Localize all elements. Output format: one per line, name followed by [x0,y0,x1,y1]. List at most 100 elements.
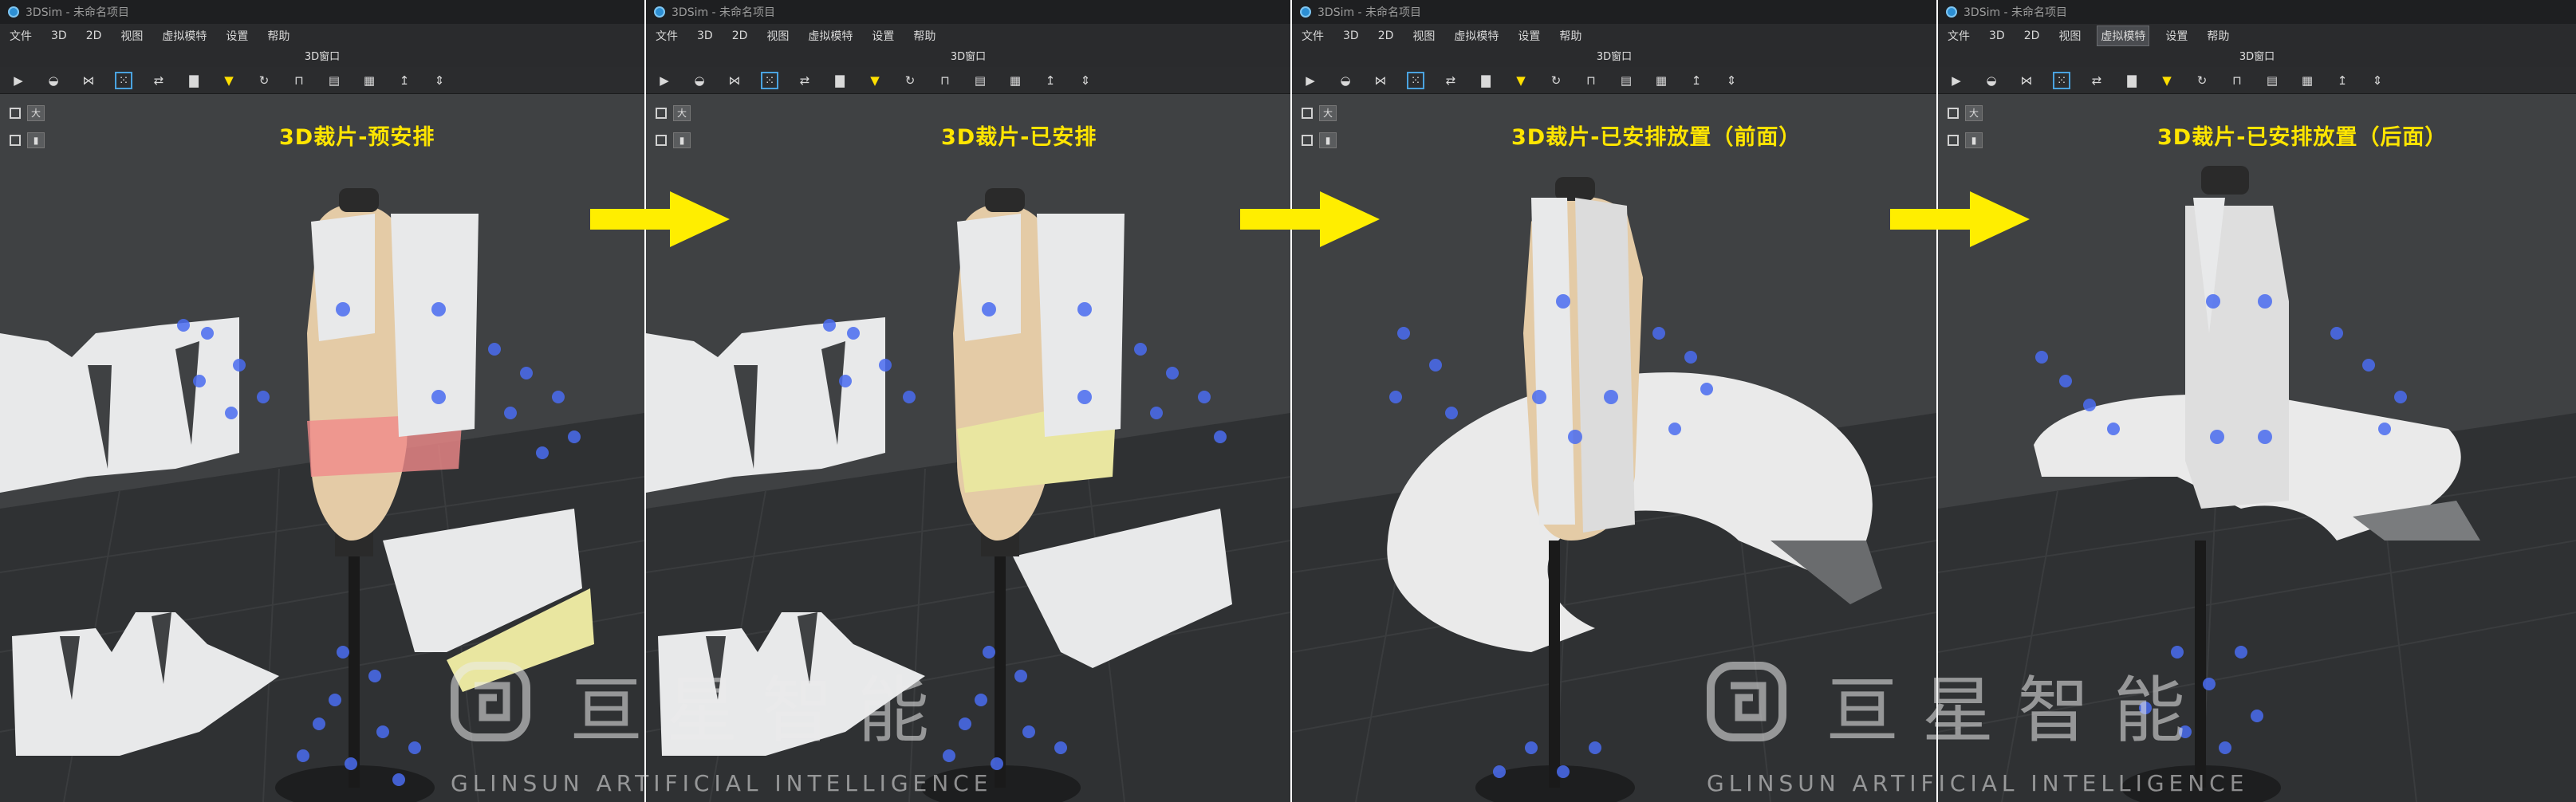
arrow-up-icon[interactable]: ↥ [1042,72,1059,89]
arrow-up-icon[interactable]: ↥ [396,72,413,89]
arrange-points-icon[interactable]: ⁙ [115,71,132,89]
menu-settings[interactable]: 设置 [223,26,251,45]
tshirt-icon[interactable]: ⊓ [936,72,954,89]
pants-icon[interactable]: ▇ [185,72,203,89]
play-icon[interactable]: ▶ [1948,72,1965,89]
menu-3d[interactable]: 3D [1340,28,1362,44]
toggle-seam[interactable]: ▮ [1302,132,1337,148]
garment-flip-icon[interactable]: ⇄ [2088,72,2105,89]
menu-settings[interactable]: 设置 [1514,26,1543,45]
menu-settings[interactable]: 设置 [2162,26,2191,45]
toggle-fabric[interactable]: ⼤ [1948,105,1983,121]
pants-icon[interactable]: ▇ [1477,72,1495,89]
toggle-fabric[interactable]: ⼤ [656,105,691,121]
arrow-updown-icon[interactable]: ⇕ [431,72,448,89]
menu-avatar[interactable]: 虚拟模特 [1451,26,1502,45]
menu-file[interactable]: 文件 [1944,26,1973,45]
hanger-icon[interactable]: ⋈ [80,72,97,89]
checkbox[interactable] [1948,135,1959,146]
eye-simulate-icon[interactable]: ◒ [691,72,708,89]
shirt-icon[interactable]: ▼ [866,72,884,89]
shirt-icon[interactable]: ▼ [220,72,238,89]
arrange-points-icon[interactable]: ⁙ [2053,71,2070,89]
menu-view[interactable]: 视图 [763,26,792,45]
arrow-updown-icon[interactable]: ⇕ [2369,72,2386,89]
menu-view[interactable]: 视图 [1409,26,1438,45]
menu-avatar[interactable]: 虚拟模特 [159,26,210,45]
layer-icon[interactable]: ▤ [2263,72,2281,89]
menu-file[interactable]: 文件 [652,26,681,45]
layer-icon[interactable]: ▤ [971,72,989,89]
tshirt-icon[interactable]: ⊓ [1582,72,1600,89]
play-icon[interactable]: ▶ [656,72,673,89]
arrow-up-icon[interactable]: ↥ [1688,72,1705,89]
checkbox[interactable] [656,135,667,146]
eye-simulate-icon[interactable]: ◒ [1983,72,2000,89]
fabric-icon: ⼤ [27,105,45,121]
hanger-icon[interactable]: ⋈ [726,72,743,89]
shirt-icon[interactable]: ▼ [1512,72,1530,89]
arrow-updown-icon[interactable]: ⇕ [1723,72,1740,89]
menu-3d[interactable]: 3D [1986,28,2008,44]
menu-avatar[interactable]: 虚拟模特 [805,26,856,45]
menu-avatar[interactable]: 虚拟模特 [2097,26,2150,46]
shirt-icon[interactable]: ▼ [2158,72,2176,89]
hanger-icon[interactable]: ⋈ [1372,72,1389,89]
menu-help[interactable]: 帮助 [1556,26,1585,45]
layer-grid-icon[interactable]: ▦ [1006,72,1024,89]
toggle-seam[interactable]: ▮ [656,132,691,148]
checkbox[interactable] [1948,108,1959,119]
menu-help[interactable]: 帮助 [910,26,939,45]
eye-simulate-icon[interactable]: ◒ [1337,72,1354,89]
play-icon[interactable]: ▶ [1302,72,1319,89]
toggle-seam[interactable]: ▮ [10,132,45,148]
rotate-icon[interactable]: ↻ [2193,72,2211,89]
rotate-icon[interactable]: ↻ [1547,72,1565,89]
title-bar: 3DSim - 未命名项目 [1938,0,2576,24]
rotate-icon[interactable]: ↻ [255,72,273,89]
garment-flip-icon[interactable]: ⇄ [150,72,167,89]
layer-grid-icon[interactable]: ▦ [2298,72,2316,89]
checkbox[interactable] [1302,135,1313,146]
arrow-updown-icon[interactable]: ⇕ [1077,72,1094,89]
toggle-fabric[interactable]: ⼤ [1302,105,1337,121]
layer-icon[interactable]: ▤ [325,72,343,89]
arrange-points-icon[interactable]: ⁙ [761,71,778,89]
play-icon[interactable]: ▶ [10,72,27,89]
checkbox[interactable] [10,108,21,119]
menu-2d[interactable]: 2D [1375,28,1397,44]
checkbox[interactable] [10,135,21,146]
menu-view[interactable]: 视图 [2055,26,2084,45]
menu-2d[interactable]: 2D [83,28,105,44]
tshirt-icon[interactable]: ⊓ [2228,72,2246,89]
pants-icon[interactable]: ▇ [2123,72,2141,89]
garment-flip-icon[interactable]: ⇄ [796,72,813,89]
menu-3d[interactable]: 3D [48,28,70,44]
toggle-seam[interactable]: ▮ [1948,132,1983,148]
menu-help[interactable]: 帮助 [264,26,293,45]
garment-flip-icon[interactable]: ⇄ [1442,72,1459,89]
menu-help[interactable]: 帮助 [2204,26,2232,45]
menu-2d[interactable]: 2D [729,28,751,44]
viewport-title: 3D窗口 [0,48,644,67]
menu-file[interactable]: 文件 [1298,26,1327,45]
arrow-up-icon[interactable]: ↥ [2334,72,2351,89]
menu-2d[interactable]: 2D [2021,28,2043,44]
eye-simulate-icon[interactable]: ◒ [45,72,62,89]
menu-settings[interactable]: 设置 [869,26,897,45]
layer-grid-icon[interactable]: ▦ [360,72,378,89]
layer-icon[interactable]: ▤ [1617,72,1635,89]
menu-3d[interactable]: 3D [694,28,716,44]
menu-view[interactable]: 视图 [117,26,146,45]
checkbox[interactable] [656,108,667,119]
menu-file[interactable]: 文件 [6,26,35,45]
title-bar: 3DSim - 未命名项目 [646,0,1290,24]
pants-icon[interactable]: ▇ [831,72,849,89]
arrange-points-icon[interactable]: ⁙ [1407,71,1424,89]
toggle-fabric[interactable]: ⼤ [10,105,45,121]
hanger-icon[interactable]: ⋈ [2018,72,2035,89]
tshirt-icon[interactable]: ⊓ [290,72,308,89]
checkbox[interactable] [1302,108,1313,119]
layer-grid-icon[interactable]: ▦ [1652,72,1670,89]
rotate-icon[interactable]: ↻ [901,72,919,89]
